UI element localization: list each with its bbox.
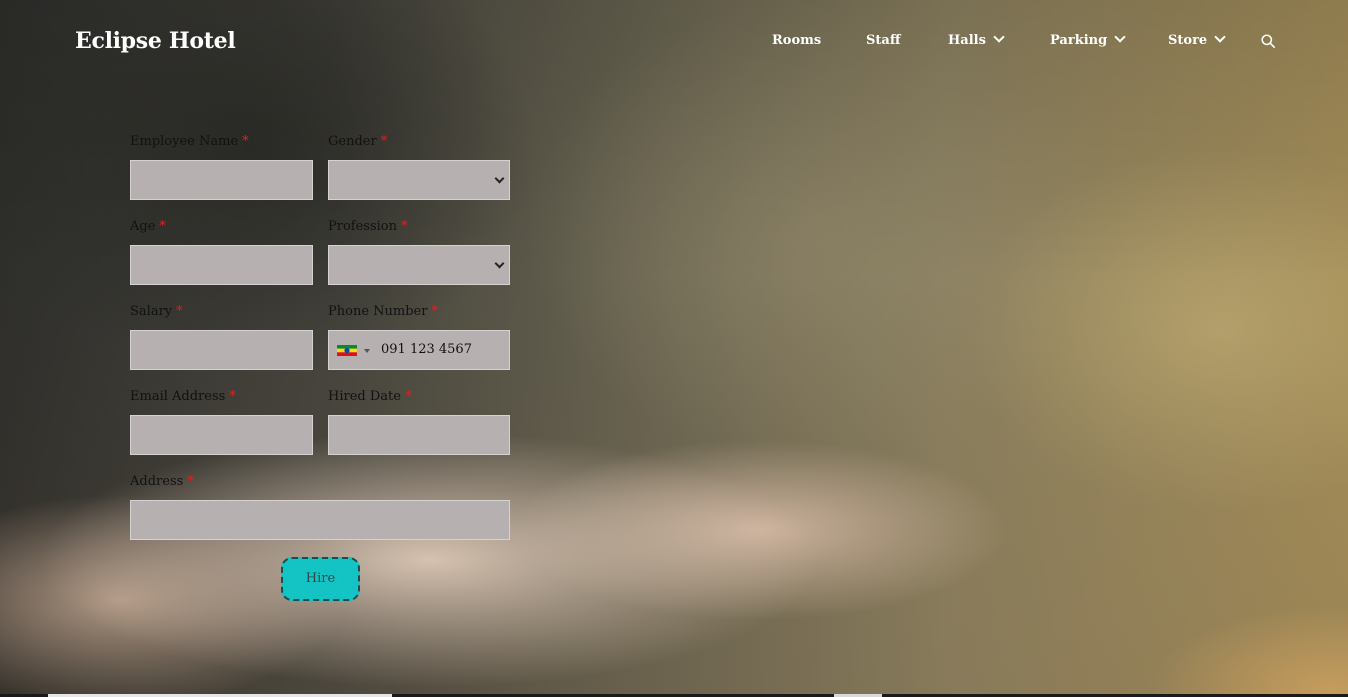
required-marker: * — [431, 304, 438, 319]
address-input[interactable] — [130, 500, 510, 540]
email-address-label: Email Address * — [130, 389, 236, 404]
required-marker: * — [176, 304, 183, 319]
chevron-down-icon — [494, 173, 505, 184]
chevron-down-icon — [1114, 31, 1126, 43]
required-marker: * — [404, 389, 412, 404]
site-title[interactable]: Eclipse Hotel — [75, 28, 236, 54]
hired-date-label: Hired Date * — [328, 389, 411, 404]
required-marker: * — [380, 134, 388, 149]
nav-item-label: Staff — [866, 33, 901, 48]
address-label-text: Address — [130, 474, 184, 489]
age-input[interactable] — [130, 245, 313, 285]
nav-item-staff[interactable]: Staff — [866, 33, 901, 48]
nav-item-parking[interactable]: Parking — [1050, 31, 1126, 48]
required-marker: * — [401, 219, 408, 234]
employee-name-label-text: Employee Name — [130, 134, 239, 149]
hired-date-input[interactable] — [328, 415, 510, 455]
nav-item-store[interactable]: Store — [1168, 31, 1226, 48]
age-label-text: Age — [130, 219, 156, 234]
address-label: Address * — [130, 474, 194, 489]
phone-number-label: Phone Number * — [328, 304, 438, 319]
phone-number-label-text: Phone Number — [328, 304, 428, 319]
salary-label-text: Salary — [130, 304, 173, 319]
ethiopia-flag-icon[interactable] — [337, 345, 357, 356]
phone-number-placeholder: 091 123 4567 — [381, 342, 472, 357]
chevron-down-icon — [993, 31, 1005, 43]
gender-label-text: Gender — [328, 134, 377, 149]
nav-item-label: Store — [1168, 33, 1208, 48]
required-marker: * — [159, 219, 166, 234]
search-icon[interactable] — [1261, 34, 1275, 48]
profession-select[interactable] — [328, 245, 510, 285]
gender-label: Gender * — [328, 134, 387, 149]
nav-item-label: Parking — [1050, 33, 1108, 48]
salary-label: Salary * — [130, 304, 183, 319]
hire-button[interactable]: Hire — [281, 557, 360, 601]
chevron-down-icon — [1214, 31, 1226, 43]
profession-label: Profession * — [328, 219, 408, 234]
email-address-input[interactable] — [130, 415, 313, 455]
nav-item-label: Rooms — [772, 33, 822, 48]
profession-label-text: Profession — [328, 219, 397, 234]
hired-date-label-text: Hired Date — [328, 389, 401, 404]
required-marker: * — [187, 474, 194, 489]
chevron-down-icon — [494, 258, 505, 269]
gender-select[interactable] — [328, 160, 510, 200]
email-address-label-text: Email Address — [130, 389, 226, 404]
required-marker: * — [242, 134, 249, 149]
employee-name-label: Employee Name * — [130, 134, 249, 149]
age-label: Age * — [130, 219, 166, 234]
nav-item-halls[interactable]: Halls — [948, 31, 1005, 48]
required-marker: * — [229, 389, 236, 404]
nav-item-label: Halls — [948, 33, 986, 48]
phone-number-input[interactable]: 091 123 4567 — [328, 330, 510, 370]
employee-name-input[interactable] — [130, 160, 313, 200]
salary-input[interactable] — [130, 330, 313, 370]
country-dropdown-caret-icon[interactable] — [364, 349, 370, 353]
nav-item-rooms[interactable]: Rooms — [772, 33, 821, 48]
